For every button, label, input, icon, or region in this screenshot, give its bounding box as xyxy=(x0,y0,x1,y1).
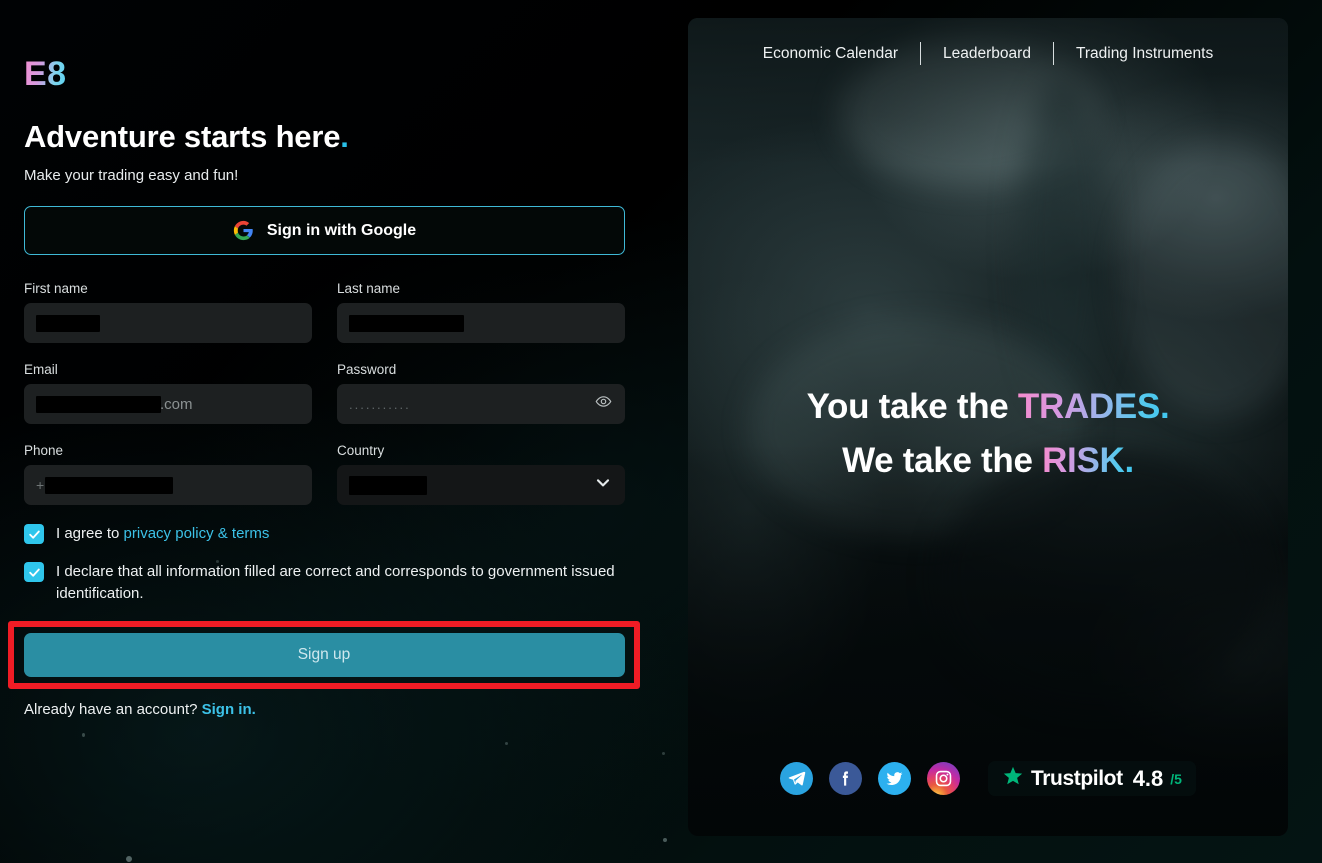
hero-tagline-line-2: We take the RISK. xyxy=(688,434,1288,488)
declaration-consent-row: I declare that all information filled ar… xyxy=(24,561,625,605)
first-name-field: First name xyxy=(24,281,312,344)
nav-link-leaderboard[interactable]: Leaderboard xyxy=(921,45,1053,63)
page-title: Adventure starts here. xyxy=(24,119,688,155)
privacy-policy-link[interactable]: privacy policy & terms xyxy=(124,525,270,542)
trustpilot-star-icon xyxy=(1002,765,1024,792)
existing-account-row: Already have an account? Sign in. xyxy=(24,701,256,718)
last-name-field: Last name xyxy=(337,281,625,344)
e8-logo[interactable]: E8 xyxy=(24,55,67,93)
sign-in-link[interactable]: Sign in. xyxy=(202,701,256,718)
nav-link-economic-calendar[interactable]: Economic Calendar xyxy=(741,45,920,63)
redacted-value xyxy=(36,395,161,413)
telegram-icon[interactable] xyxy=(780,762,814,795)
instagram-icon[interactable] xyxy=(927,762,961,795)
redacted-value xyxy=(349,475,427,495)
email-field: Email .com xyxy=(24,362,312,425)
privacy-checkbox[interactable] xyxy=(24,524,44,545)
signup-page: E8 Adventure starts here. Make your trad… xyxy=(0,0,1322,863)
hero-tagline: You take the TRADES. We take the RISK. xyxy=(688,380,1288,489)
hero-panel: Economic Calendar Leaderboard Trading In… xyxy=(688,18,1288,836)
signup-button-highlight: Sign up xyxy=(8,621,640,689)
declaration-checkbox[interactable] xyxy=(24,562,44,583)
first-name-label: First name xyxy=(24,281,88,297)
google-button-label: Sign in with Google xyxy=(266,221,417,239)
signup-form-panel: E8 Adventure starts here. Make your trad… xyxy=(0,0,688,863)
redacted-value xyxy=(45,476,174,494)
phone-field: Phone + xyxy=(24,443,312,506)
country-select[interactable] xyxy=(337,465,625,506)
consent-checkboxes: I agree to privacy policy & terms I decl… xyxy=(24,523,625,604)
phone-label: Phone xyxy=(24,443,64,459)
privacy-consent-text: I agree to privacy policy & terms xyxy=(56,523,269,545)
privacy-consent-row: I agree to privacy policy & terms xyxy=(24,523,625,545)
trustpilot-name: Trustpilot xyxy=(1031,766,1123,790)
first-name-input[interactable] xyxy=(24,303,312,344)
nav-link-trading-instruments[interactable]: Trading Instruments xyxy=(1054,45,1235,63)
page-title-accent-dot: . xyxy=(340,119,349,155)
last-name-label: Last name xyxy=(337,281,401,297)
hero-tagline-line2-accent: RISK. xyxy=(1042,441,1134,481)
redacted-value xyxy=(36,314,100,332)
twitter-icon[interactable] xyxy=(878,762,912,795)
declaration-consent-text: I declare that all information filled ar… xyxy=(56,563,615,602)
page-title-text: Adventure starts here xyxy=(24,119,341,155)
email-visible-suffix: .com xyxy=(160,395,193,413)
phone-input[interactable]: + xyxy=(24,465,312,506)
sign-up-button[interactable]: Sign up xyxy=(23,633,625,677)
hero-tagline-line1-plain: You take the xyxy=(806,387,1018,426)
privacy-consent-prefix: I agree to xyxy=(56,525,124,543)
email-label: Email xyxy=(24,362,58,378)
hero-tagline-line2-plain: We take the xyxy=(842,441,1043,481)
phone-prefix: + xyxy=(36,477,45,494)
chevron-down-icon[interactable] xyxy=(593,473,613,498)
trustpilot-score: 4.8 xyxy=(1132,765,1164,791)
hero-tagline-line1-accent: TRADES. xyxy=(1017,387,1170,426)
country-field: Country xyxy=(337,443,625,506)
hero-nav: Economic Calendar Leaderboard Trading In… xyxy=(688,42,1288,65)
google-icon xyxy=(233,220,254,241)
password-masked-value: ........... xyxy=(349,396,411,412)
trustpilot-out-of: /5 xyxy=(1170,770,1182,787)
page-subtitle: Make your trading easy and fun! xyxy=(24,167,239,185)
hero-footer: Trustpilot 4.8 /5 xyxy=(688,761,1288,796)
hero-tagline-line-1: You take the TRADES. xyxy=(688,380,1288,434)
trustpilot-badge[interactable]: Trustpilot 4.8 /5 xyxy=(988,761,1196,796)
email-input[interactable]: .com xyxy=(24,384,312,425)
facebook-icon[interactable] xyxy=(829,762,863,795)
password-input[interactable]: ........... xyxy=(337,384,625,425)
password-label: Password xyxy=(337,362,397,378)
country-label: Country xyxy=(337,443,385,459)
existing-account-prefix: Already have an account? xyxy=(24,701,202,718)
signup-fields-grid: First name Last name Email .com Password… xyxy=(24,281,625,524)
last-name-input[interactable] xyxy=(337,303,625,344)
redacted-value xyxy=(349,314,464,332)
sign-in-with-google-button[interactable]: Sign in with Google xyxy=(24,206,625,256)
eye-icon[interactable] xyxy=(595,393,612,415)
password-field: Password ........... xyxy=(337,362,625,425)
